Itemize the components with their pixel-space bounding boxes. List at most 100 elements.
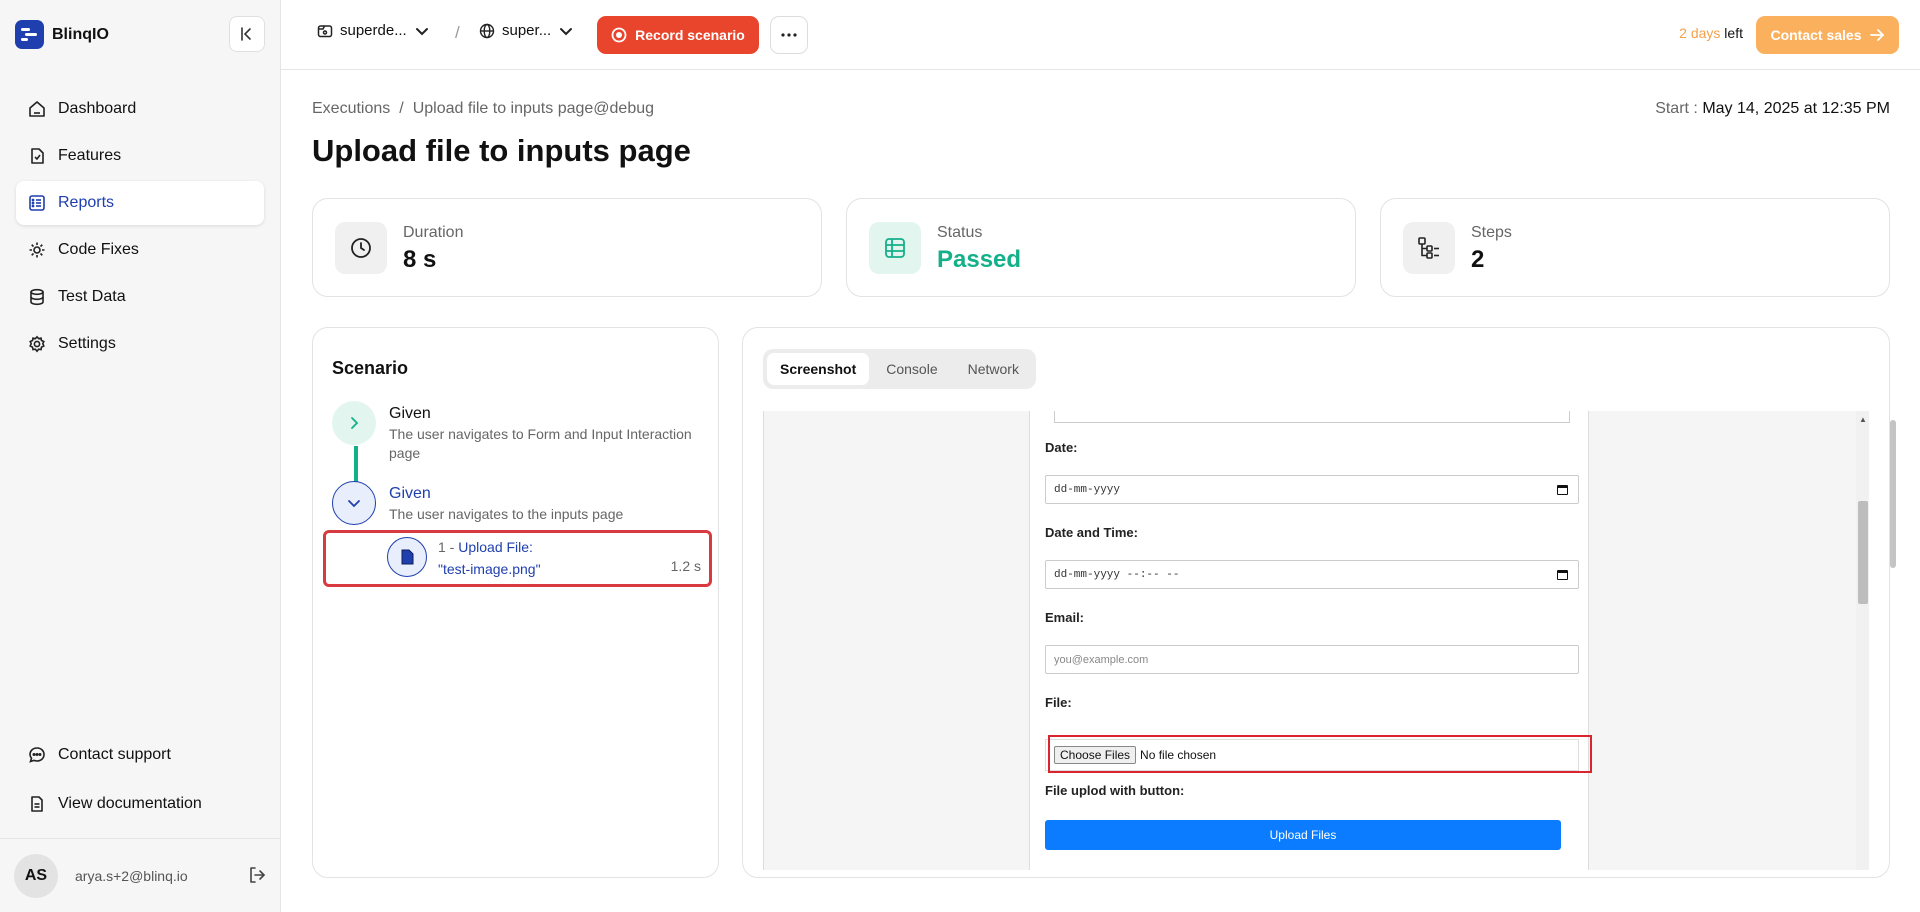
topbar-separator: / <box>455 23 460 42</box>
execution-viewer: Screenshot Console Network Date: dd-mm-y… <box>742 327 1896 878</box>
user-email: arya.s+2@blinq.io <box>75 867 188 884</box>
file-upload-button-label: File uplod with button: <box>1045 783 1185 798</box>
sidebar: BlinqIO Dashboard Features Reports Code … <box>0 0 281 912</box>
sidebar-item-test-data[interactable]: Test Data <box>16 275 264 319</box>
contact-support-label: Contact support <box>58 746 171 763</box>
environment-name: super... <box>502 22 552 39</box>
datetime-field[interactable]: dd-mm-yyyy --:-- -- <box>1045 560 1579 589</box>
collapse-sidebar-button[interactable] <box>229 16 265 52</box>
user-profile: AS arya.s+2@blinq.io <box>0 838 281 912</box>
steps-tree-icon <box>1403 222 1455 274</box>
duration-value: 8 s <box>403 246 437 273</box>
brand[interactable]: BlinqIO <box>15 20 109 49</box>
duration-card: Duration 8 s <box>312 198 822 297</box>
calendar-icon <box>1557 485 1568 495</box>
substep-upload-file[interactable]: 1 - Upload File: "test-image.png" 1.2 s <box>323 530 712 587</box>
chat-icon <box>29 747 45 763</box>
datetime-label: Date and Time: <box>1045 525 1138 540</box>
sidebar-item-label: Dashboard <box>58 100 137 117</box>
more-icon <box>781 33 797 37</box>
avatar[interactable]: AS <box>14 853 58 898</box>
sidebar-item-settings[interactable]: Settings <box>16 322 264 366</box>
duration-label: Duration <box>403 224 464 241</box>
email-field[interactable]: you@example.com <box>1045 645 1579 674</box>
date-label: Date: <box>1045 440 1078 455</box>
screenshot-frame: Date: dd-mm-yyyy Date and Time: dd-mm-yy… <box>763 411 1869 870</box>
substep-text: 1 - Upload File: "test-image.png" <box>438 536 541 580</box>
tab-network[interactable]: Network <box>955 353 1032 385</box>
code-fix-icon <box>29 242 45 258</box>
scrollbar-thumb[interactable] <box>1858 501 1868 604</box>
more-options-button[interactable] <box>770 16 808 54</box>
step-1-description: The user navigates to Form and Input Int… <box>389 426 692 461</box>
step-1-keyword[interactable]: Given <box>389 405 431 423</box>
page-title: Upload file to inputs page <box>312 133 691 168</box>
sidebar-item-label: Test Data <box>58 288 126 305</box>
view-documentation-link[interactable]: View documentation <box>16 781 264 827</box>
sidebar-item-label: Features <box>58 147 122 164</box>
logout-icon[interactable] <box>247 865 267 885</box>
substep-duration: 1.2 s <box>670 558 701 574</box>
chevron-down-icon <box>415 27 428 35</box>
step-2-keyword[interactable]: Given <box>389 485 431 503</box>
substep-value: "test-image.png" <box>438 561 541 577</box>
chevron-down-icon <box>560 27 573 35</box>
calendar-icon <box>1557 570 1568 580</box>
breadcrumb-current: Upload file to inputs page@debug <box>412 100 655 117</box>
step-2-description: The user navigates to the inputs page <box>389 506 624 522</box>
document-icon <box>31 796 43 812</box>
viewer-scrollbar[interactable] <box>1890 420 1896 568</box>
sidebar-item-code-fixes[interactable]: Code Fixes <box>16 228 264 272</box>
sidebar-item-label: Reports <box>58 194 115 211</box>
screenshot-scrollbar[interactable]: ▲ <box>1856 411 1869 870</box>
date-field[interactable]: dd-mm-yyyy <box>1045 475 1579 504</box>
tab-screenshot[interactable]: Screenshot <box>767 353 870 385</box>
arrow-right-icon <box>1869 29 1884 41</box>
email-label: Email: <box>1045 610 1085 625</box>
previous-field <box>1054 411 1570 423</box>
steps-value: 2 <box>1471 246 1485 273</box>
sidebar-item-reports[interactable]: Reports <box>16 181 264 225</box>
database-icon <box>30 288 44 306</box>
record-scenario-button[interactable]: Record scenario <box>597 16 759 54</box>
breadcrumb-executions[interactable]: Executions <box>312 100 390 118</box>
tab-console[interactable]: Console <box>873 353 950 385</box>
trial-remaining: 2 days left <box>1679 25 1743 41</box>
collapse-icon <box>241 27 251 41</box>
topbar: superde... / super... Record scenario 2 … <box>281 0 1920 70</box>
contact-support-link[interactable]: Contact support <box>16 732 264 778</box>
step-connector <box>354 446 358 482</box>
chevron-down-icon <box>348 500 360 508</box>
trial-days: 2 days <box>1679 25 1721 41</box>
status-value: Passed <box>937 246 1022 273</box>
contact-sales-button[interactable]: Contact sales <box>1756 16 1899 54</box>
start-label: Start : <box>1655 100 1698 117</box>
step-1-toggle[interactable] <box>332 401 376 445</box>
start-value: May 14, 2025 at 12:35 PM <box>1702 100 1890 117</box>
sidebar-item-dashboard[interactable]: Dashboard <box>16 87 264 131</box>
sidebar-item-label: Settings <box>58 335 116 352</box>
scenario-panel: Scenario Given The user navigates to For… <box>312 327 719 878</box>
record-icon <box>611 27 627 43</box>
contact-sales-label: Contact sales <box>1770 27 1862 43</box>
record-scenario-label: Record scenario <box>635 27 745 43</box>
blinqio-logo-icon <box>15 20 44 49</box>
start-time: Start : May 14, 2025 at 12:35 PM <box>1655 100 1890 118</box>
trial-suffix: left <box>1720 25 1743 41</box>
scroll-up-arrow-icon[interactable]: ▲ <box>1859 415 1867 424</box>
substep-action: Upload File: <box>458 539 533 555</box>
sidebar-item-features[interactable]: Features <box>16 134 264 178</box>
date-placeholder: dd-mm-yyyy <box>1054 483 1121 496</box>
upload-files-button[interactable]: Upload Files <box>1045 820 1561 850</box>
status-card: Status Passed <box>846 198 1356 297</box>
project-selector[interactable]: superde... <box>317 22 430 39</box>
steps-label: Steps <box>1471 224 1512 241</box>
gear-icon <box>29 335 45 353</box>
file-input-highlight <box>1048 735 1592 773</box>
view-documentation-label: View documentation <box>58 795 202 812</box>
environment-selector[interactable]: super... <box>479 22 574 39</box>
breadcrumb-separator: / <box>399 100 404 117</box>
step-2-toggle[interactable] <box>332 481 376 525</box>
file-icon <box>387 537 427 577</box>
project-icon <box>317 24 333 37</box>
